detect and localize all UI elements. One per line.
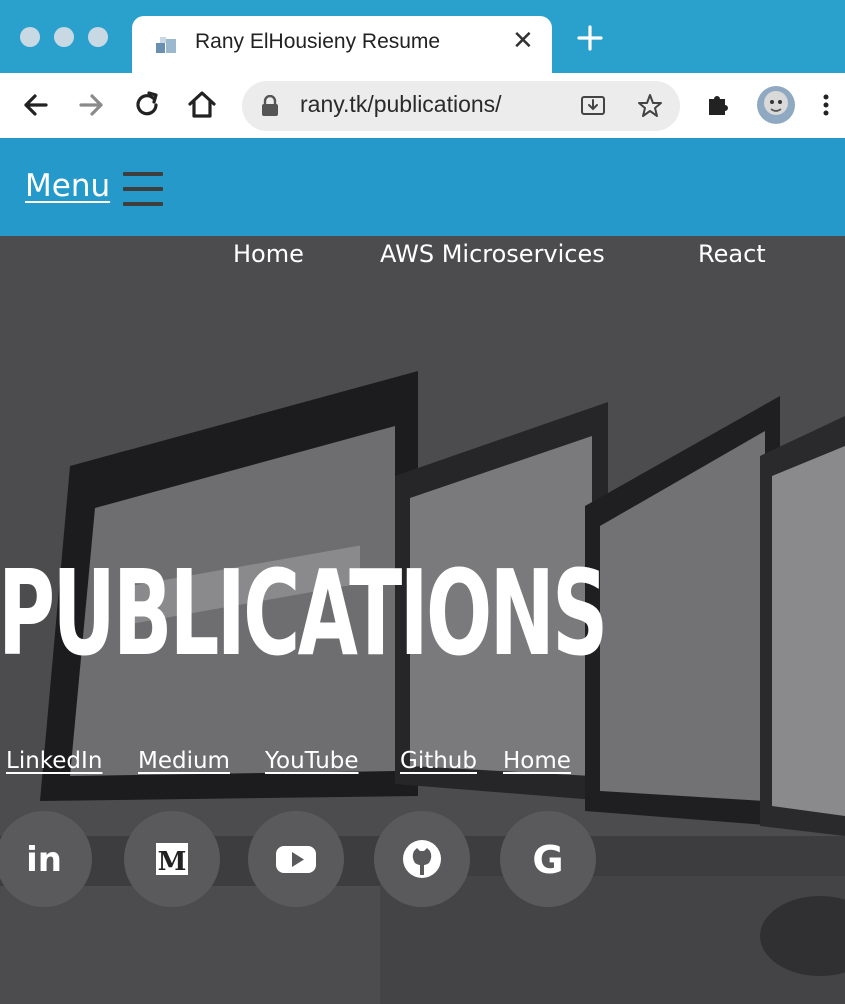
site-header: Menu: [0, 138, 845, 236]
star-icon[interactable]: [636, 92, 664, 120]
link-medium[interactable]: Medium: [138, 748, 230, 774]
social-medium-button[interactable]: M: [124, 811, 220, 907]
window-minimize-dot[interactable]: [54, 27, 74, 47]
address-bar[interactable]: rany.tk/publications/: [242, 81, 680, 131]
extensions-icon[interactable]: [700, 87, 736, 123]
browser-titlebar: Rany ElHousieny Resume ✕: [0, 0, 845, 74]
tab-title: Rany ElHousieny Resume: [195, 30, 441, 53]
install-icon[interactable]: [579, 92, 607, 120]
nav-home[interactable]: Home: [233, 240, 304, 268]
linkedin-icon: in: [26, 840, 62, 880]
window-maximize-dot[interactable]: [88, 27, 108, 47]
favicon-icon: [156, 37, 176, 53]
github-icon: [403, 840, 441, 878]
new-tab-icon[interactable]: [576, 24, 604, 52]
svg-text:in: in: [26, 840, 62, 880]
link-github[interactable]: Github: [400, 748, 477, 774]
link-youtube[interactable]: YouTube: [265, 748, 359, 774]
back-icon[interactable]: [18, 87, 54, 123]
svg-text:G: G: [532, 838, 563, 881]
social-github-button[interactable]: [374, 811, 470, 907]
more-icon[interactable]: [816, 87, 836, 123]
reload-icon[interactable]: [129, 87, 165, 123]
nav-aws-microservices[interactable]: AWS Microservices: [380, 240, 605, 268]
home-icon[interactable]: [184, 87, 220, 123]
social-google-button[interactable]: G: [500, 811, 596, 907]
url-text[interactable]: rany.tk/publications/: [300, 91, 502, 118]
forward-icon[interactable]: [73, 87, 109, 123]
social-linkedin-button[interactable]: in: [0, 811, 92, 907]
hero-section: Home AWS Microservices React PUBLICATION…: [0, 236, 845, 1004]
youtube-icon: [276, 846, 316, 873]
menu-link[interactable]: Menu: [25, 168, 110, 204]
link-home[interactable]: Home: [503, 748, 571, 774]
medium-icon: M: [156, 843, 188, 877]
google-icon: G: [532, 838, 563, 881]
social-youtube-button[interactable]: [248, 811, 344, 907]
window-close-dot[interactable]: [20, 27, 40, 47]
browser-toolbar: rany.tk/publications/: [0, 73, 845, 138]
browser-tab[interactable]: Rany ElHousieny Resume ✕: [132, 16, 552, 74]
page-title: PUBLICATIONS: [0, 544, 608, 682]
tab-close-icon[interactable]: ✕: [512, 26, 534, 56]
hamburger-icon[interactable]: [123, 170, 163, 208]
nav-react[interactable]: React: [698, 240, 766, 268]
lock-icon[interactable]: [260, 95, 280, 117]
link-linkedin[interactable]: LinkedIn: [6, 748, 102, 774]
svg-text:M: M: [158, 847, 187, 877]
profile-avatar[interactable]: [756, 85, 796, 125]
